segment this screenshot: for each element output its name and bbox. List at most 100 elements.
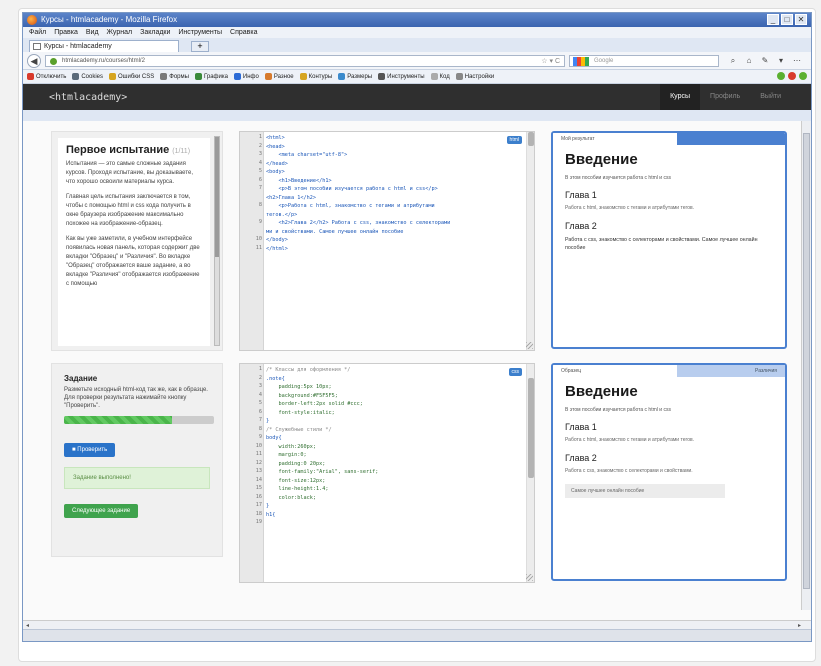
menu-edit[interactable]: Правка <box>54 27 78 38</box>
code-line[interactable]: </html> <box>266 245 520 254</box>
toolbar-item-icon <box>264 73 272 80</box>
code-line[interactable]: <h2>Глава 2</h2> Работа с css, знакомств… <box>266 219 520 228</box>
menu-view[interactable]: Вид <box>86 27 99 38</box>
code-line[interactable]: <head> <box>266 143 520 152</box>
code-line[interactable]: .note{ <box>266 375 520 384</box>
css-editor[interactable]: 1 2 3 4 5 6 7 8 9 10 11 12 13 14 15 16 17 18 19/* Классы д… <box>239 363 535 583</box>
toolbar-item[interactable]: Контуры <box>299 73 332 80</box>
scrollbar-thumb[interactable] <box>528 132 534 146</box>
line-number: 18 <box>255 510 262 517</box>
tab-sample[interactable]: Образец <box>553 365 673 377</box>
next-task-button[interactable]: Следующее задание <box>64 504 139 518</box>
code-line[interactable]: <p>Работа с html, знакомство с тегами и … <box>266 202 520 211</box>
search-box[interactable]: Google <box>569 54 719 67</box>
code-line[interactable]: width:260px; <box>266 443 520 452</box>
toolbar-item[interactable]: Ошибки CSS <box>109 73 154 80</box>
more-icon[interactable]: ⋯ <box>791 55 803 66</box>
code-line[interactable]: color:black; <box>266 494 520 503</box>
code-line[interactable]: padding:0 20px; <box>266 460 520 469</box>
resize-handle[interactable] <box>526 342 533 349</box>
html-editor-scrollbar[interactable] <box>526 132 534 350</box>
status-ok-icon <box>799 72 807 80</box>
code-line[interactable]: <h1>Введение</h1> <box>266 177 520 186</box>
browser-window: Курсы - htmlacademy - Mozilla Firefox _ … <box>22 12 812 642</box>
code-line[interactable]: /* Служебные стили */ <box>266 426 520 435</box>
toolbar-item[interactable]: Настройки <box>455 73 494 80</box>
home-icon[interactable]: ⌂ <box>743 55 755 66</box>
toolbar-item[interactable]: Графика <box>194 73 228 80</box>
address-bar[interactable]: htmlacademy.ru/courses/html/2 ☆ ▾ C <box>45 54 565 67</box>
tab-differences[interactable]: Различия <box>677 365 785 377</box>
code-line[interactable]: h1{ <box>266 511 520 520</box>
maximize-button[interactable]: □ <box>781 14 793 25</box>
resize-handle[interactable] <box>526 574 533 581</box>
theory-scrollbar[interactable] <box>214 136 220 346</box>
toolbar-item[interactable]: Размеры <box>338 73 372 80</box>
edit-icon[interactable]: ✎ <box>759 55 771 66</box>
new-tab-button[interactable]: + <box>191 41 209 52</box>
code-line[interactable]: border-left:2px solid #ccc; <box>266 400 520 409</box>
toolbar-item[interactable]: Разное <box>264 73 294 80</box>
css-editor-scrollbar[interactable] <box>526 364 534 582</box>
scroll-right-icon[interactable]: ▸ <box>798 622 801 629</box>
code-line[interactable]: font-style:italic; <box>266 409 520 418</box>
code-line[interactable]: <meta charset="utf-8"> <box>266 151 520 160</box>
minimize-button[interactable]: _ <box>767 14 779 25</box>
menu-tools[interactable]: Инструменты <box>178 27 222 38</box>
nav-courses[interactable]: Курсы <box>660 84 701 110</box>
page-scrollbar[interactable] <box>801 121 811 610</box>
menu-history[interactable]: Журнал <box>107 27 133 38</box>
dropdown-icon[interactable]: ▾ <box>775 55 787 66</box>
code-line[interactable]: } <box>266 502 520 511</box>
tab-my-result[interactable]: Мой результат <box>553 133 673 145</box>
horizontal-scrollbar[interactable]: ◂ ▸ <box>23 620 811 629</box>
menu-bookmarks[interactable]: Закладки <box>140 27 170 38</box>
code-line[interactable]: /* Классы для оформления */ <box>266 366 520 375</box>
back-button[interactable]: ◀ <box>27 53 41 68</box>
code-line[interactable]: font-family:"Arial", sans-serif; <box>266 468 520 477</box>
menu-help[interactable]: Справка <box>230 27 257 38</box>
url-bar-buttons[interactable]: ☆ ▾ C <box>541 56 560 67</box>
code-line[interactable]: </body> <box>266 236 520 245</box>
htmlacademy-logo[interactable]: <htmlacademy> <box>49 92 127 103</box>
code-line[interactable]: body{ <box>266 434 520 443</box>
code-line[interactable]: </head> <box>266 160 520 169</box>
toolbar-item[interactable]: Cookies <box>72 73 103 80</box>
browser-tab[interactable]: Курсы - htmlacademy <box>29 40 179 52</box>
code-line[interactable]: <body> <box>266 168 520 177</box>
sample-preview: Образец Различия Введение В этом пособии… <box>551 363 787 581</box>
scrollbar-thumb[interactable] <box>803 133 810 589</box>
html-editor[interactable]: 1 2 3 4 5 6 7 8 9 10 11 <html> <head> <meta charset=… <box>239 131 535 351</box>
nav-profile[interactable]: Профиль <box>700 84 750 110</box>
theory-paragraph: Испытания — это самые сложные задания ку… <box>66 161 194 185</box>
code-line[interactable]: padding:5px 10px; <box>266 383 520 392</box>
toolbar-item[interactable]: Инструменты <box>378 73 425 80</box>
code-line[interactable]: } <box>266 417 520 426</box>
code-lines[interactable]: <html> <head> <meta charset="utf-8"> </hea… <box>266 134 520 253</box>
menu-file[interactable]: Файл <box>29 27 46 38</box>
search-icon[interactable]: ⌕ <box>727 55 739 66</box>
scrollbar-thumb[interactable] <box>215 137 219 257</box>
code-line[interactable]: ми и свойствами. Самое лучшее онлайн пос… <box>266 228 520 237</box>
scrollbar-thumb[interactable] <box>528 378 534 478</box>
toolbar-item[interactable]: Инфо <box>233 73 259 80</box>
code-line[interactable]: margin:0; <box>266 451 520 460</box>
code-line[interactable]: font-size:12px; <box>266 477 520 486</box>
toolbar-item[interactable]: Отключить <box>27 73 66 80</box>
code-line[interactable]: line-height:1.4; <box>266 485 520 494</box>
code-line[interactable]: <p>В этом пособии изучается работа с htm… <box>266 185 520 194</box>
toolbar-item[interactable]: Код <box>430 73 450 80</box>
code-line[interactable]: <html> <box>266 134 520 143</box>
toolbar-item-icon <box>72 73 80 80</box>
nav-logout[interactable]: Выйти <box>750 84 791 110</box>
close-button[interactable]: ✕ <box>795 14 807 25</box>
code-line[interactable]: <h2>Глава 1</h2> <box>266 194 520 203</box>
result-preview: Мой результат Введение В этом пособии из… <box>551 131 787 349</box>
check-button[interactable]: ■ Проверить <box>64 443 116 457</box>
scroll-left-icon[interactable]: ◂ <box>26 622 29 629</box>
task-progress-bar <box>64 416 214 424</box>
toolbar-item[interactable]: Формы <box>160 73 189 80</box>
code-line[interactable]: background:#F5F5F5; <box>266 392 520 401</box>
code-line[interactable]: тегов.</p> <box>266 211 520 220</box>
code-lines[interactable]: /* Классы для оформления */.note{ paddin… <box>266 366 520 519</box>
